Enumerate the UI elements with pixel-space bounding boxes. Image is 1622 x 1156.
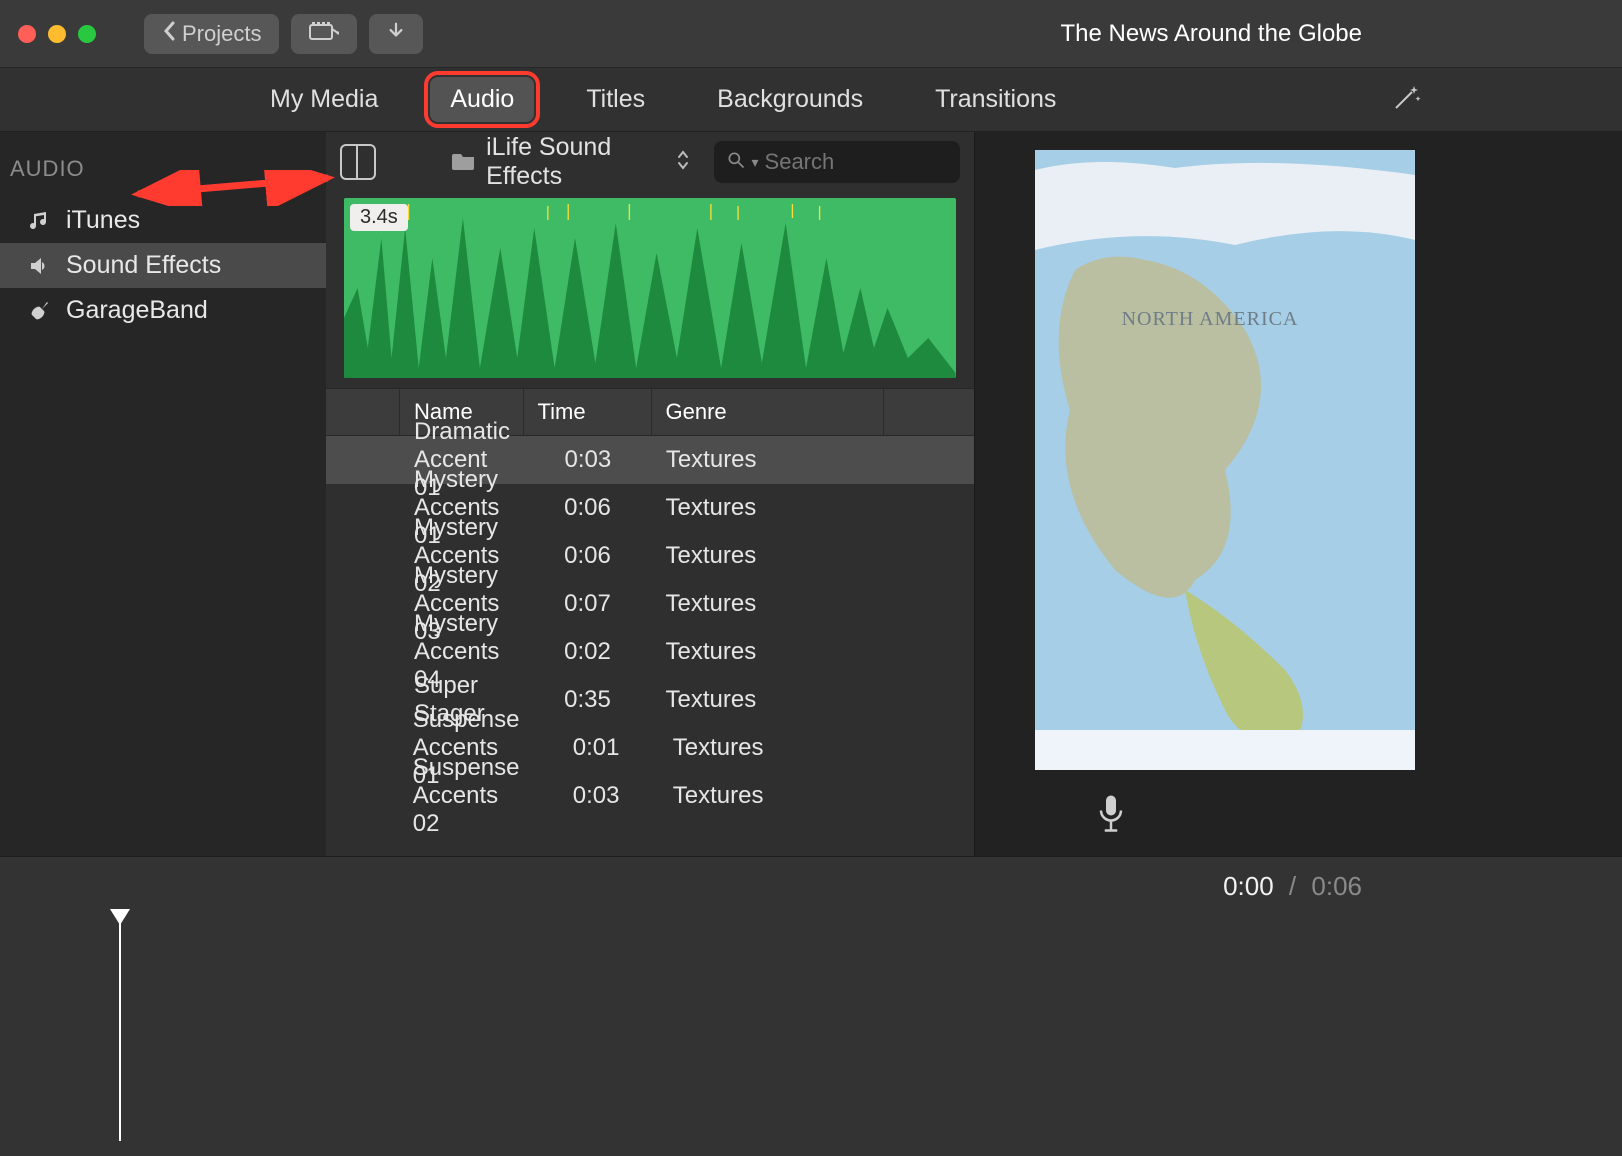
row-time: 0:03 [524,446,652,474]
sidebar-header: AUDIO [0,156,326,182]
column-extra[interactable] [884,389,974,435]
media-import-button[interactable] [291,14,357,54]
row-genre: Textures [652,494,884,522]
speaker-icon [26,253,52,279]
updown-chevrons-icon [676,148,690,177]
browser-topbar: iLife Sound Effects ▾ [326,132,974,192]
titlebar: Projects The News Around the Globe [0,0,1622,68]
window-title: The News Around the Globe [1060,20,1362,48]
row-time: 0:35 [524,686,652,714]
projects-label: Projects [182,21,261,47]
titlebar-buttons: Projects [144,14,423,54]
time-readout: 0:00 / 0:06 [1223,871,1362,902]
tab-transitions[interactable]: Transitions [915,77,1076,122]
row-genre: Textures [652,686,884,714]
download-arrow-icon [387,21,405,47]
zoom-window-button[interactable] [78,25,96,43]
library-tabbar: My Media Audio Titles Backgrounds Transi… [0,68,1622,132]
row-name: Suspense Accents 02 [399,754,534,838]
row-time: 0:01 [534,734,659,762]
window-controls [18,25,96,43]
table-row[interactable]: Mystery Accents 040:02Textures [326,628,974,676]
search-input[interactable] [765,149,975,175]
row-genre: Textures [652,638,884,666]
sidebar-toggle-button[interactable] [340,144,376,180]
sidebar-item-itunes[interactable]: iTunes [0,198,326,243]
time-duration: 0:06 [1311,871,1362,901]
chevron-left-icon [162,21,176,47]
audio-browser: iLife Sound Effects ▾ 3.4s [326,132,975,856]
music-note-icon [26,208,52,234]
sidebar-item-label: iTunes [66,206,140,235]
download-button[interactable] [369,14,423,54]
body-split: AUDIO iTunes Sound Effects GarageBand [0,132,1622,856]
tab-backgrounds[interactable]: Backgrounds [697,77,883,122]
magic-wand-icon [1390,89,1422,120]
row-genre: Textures [652,542,884,570]
row-genre: Textures [659,782,885,810]
microphone-icon [1095,820,1127,837]
column-time[interactable]: Time [524,389,652,435]
row-genre: Textures [659,734,885,762]
voiceover-record-button[interactable] [1095,793,1127,838]
waveform-duration-badge: 3.4s [350,204,408,231]
audio-sidebar: AUDIO iTunes Sound Effects GarageBand [0,132,326,856]
time-current: 0:00 [1223,871,1274,901]
row-time: 0:07 [524,590,652,618]
search-icon [726,150,746,175]
row-time: 0:06 [524,542,652,570]
row-time: 0:06 [524,494,652,522]
sidebar-item-label: GarageBand [66,296,208,325]
waveform-preview[interactable]: 3.4s [344,198,956,378]
preview-map-image: NORTH AMERICA [1035,150,1415,770]
filmstrip-icon [309,21,339,47]
table-body: Dramatic Accent 010:03TexturesMystery Ac… [326,436,974,820]
projects-back-button[interactable]: Projects [144,14,279,54]
row-time: 0:02 [524,638,652,666]
row-time: 0:03 [534,782,659,810]
sidebar-item-sound-effects[interactable]: Sound Effects [0,243,326,288]
column-genre[interactable]: Genre [652,389,884,435]
chevron-down-icon: ▾ [752,154,759,171]
timeline[interactable]: 0:00 / 0:06 [0,856,1622,1156]
time-separator: / [1289,871,1296,901]
tab-audio[interactable]: Audio [430,77,534,122]
row-genre: Textures [652,590,884,618]
column-handle[interactable] [326,389,400,435]
audio-table: Name Time Genre Dramatic Accent 010:03Te… [326,388,974,856]
waveform-icon [344,198,956,378]
minimize-window-button[interactable] [48,25,66,43]
svg-text:NORTH AMERICA: NORTH AMERICA [1121,308,1298,330]
search-field[interactable]: ▾ [714,141,960,183]
audio-source-picker[interactable]: iLife Sound Effects [452,133,689,191]
preview-pane: NORTH AMERICA [975,132,1622,856]
sidebar-item-label: Sound Effects [66,251,221,280]
tab-my-media[interactable]: My Media [250,77,398,122]
row-genre: Textures [652,446,884,474]
table-row[interactable]: Suspense Accents 020:03Textures [326,772,974,820]
audio-source-label: iLife Sound Effects [486,133,665,191]
world-map-icon: NORTH AMERICA [1035,150,1415,770]
tab-titles[interactable]: Titles [566,77,665,122]
magic-wand-button[interactable] [1390,82,1422,121]
close-window-button[interactable] [18,25,36,43]
guitar-icon [26,298,52,324]
sidebar-item-garageband[interactable]: GarageBand [0,288,326,333]
folder-icon [452,148,476,177]
